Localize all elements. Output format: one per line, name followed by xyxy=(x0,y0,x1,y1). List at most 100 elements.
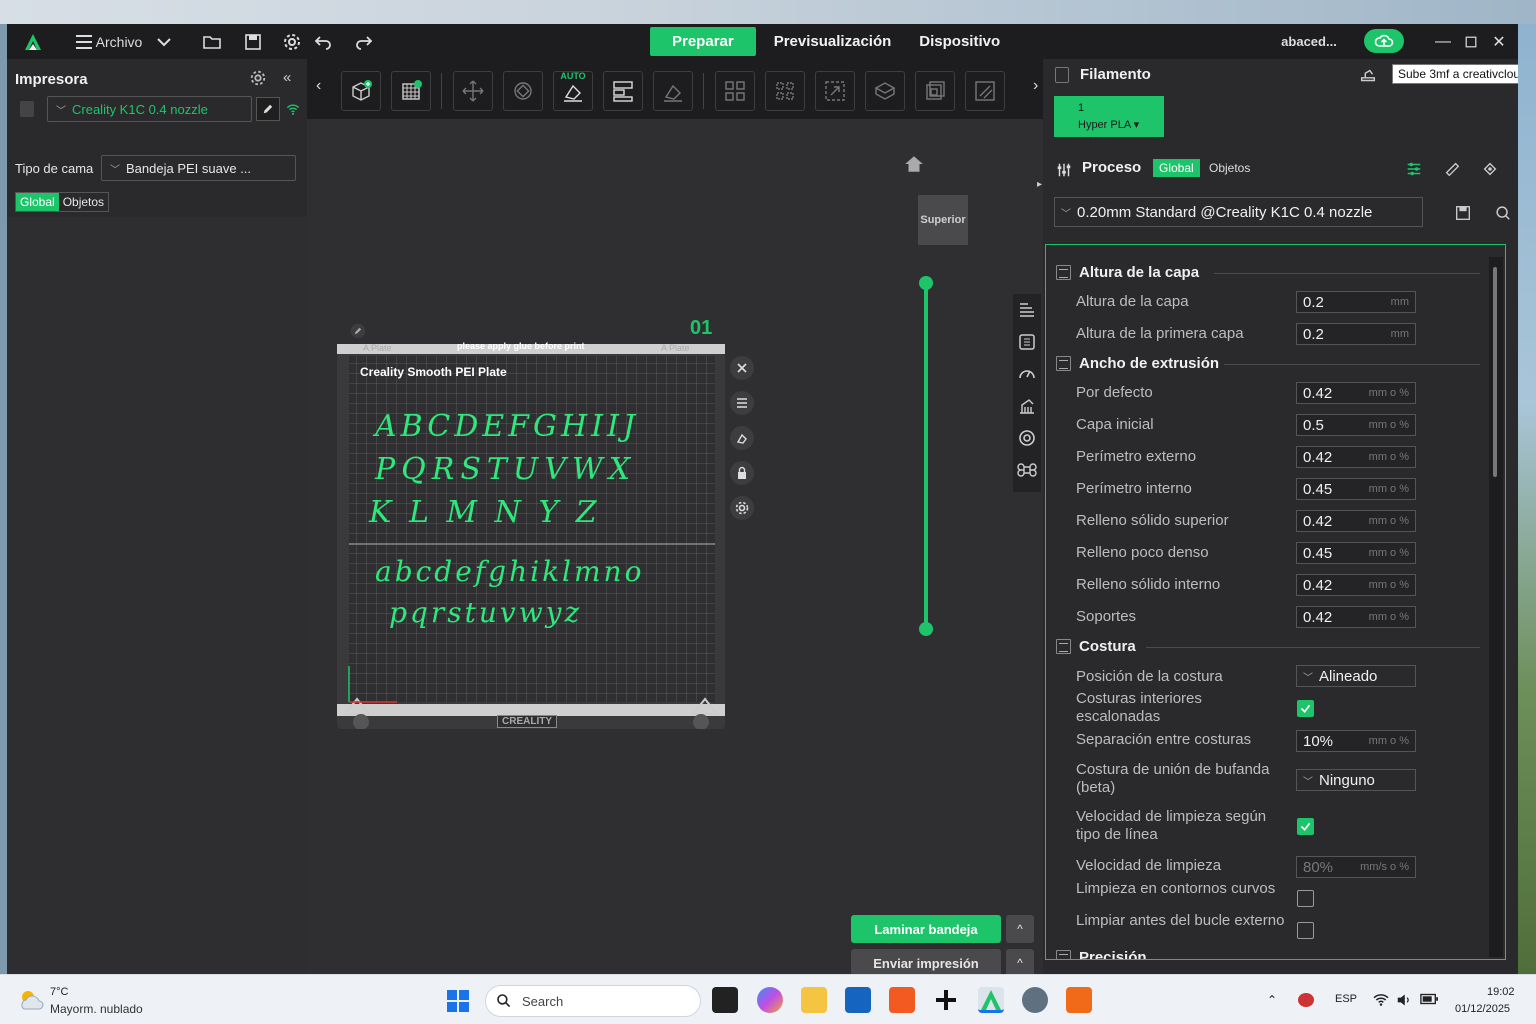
wipe-before-loop-checkbox[interactable] xyxy=(1297,922,1314,939)
clock-date[interactable]: 01/12/2025 xyxy=(1455,1003,1510,1015)
width-initial-layer-input[interactable]: 0.5 mm o % xyxy=(1296,414,1416,436)
scope-global-tab[interactable]: Global xyxy=(16,193,59,211)
tab-device[interactable]: Dispositivo xyxy=(909,27,1010,56)
search-settings-icon[interactable] xyxy=(1494,204,1512,222)
plate-lock-icon[interactable] xyxy=(730,461,754,485)
plate-settings-gear-icon[interactable] xyxy=(730,496,754,520)
first-layer-height-input[interactable]: 0.2 mm xyxy=(1296,323,1416,345)
edit-printer-button[interactable] xyxy=(256,97,280,121)
width-internal-solid-input[interactable]: 0.42 mm o % xyxy=(1296,574,1416,596)
input-language[interactable]: ESP xyxy=(1335,993,1357,1005)
plate-close-icon[interactable] xyxy=(730,356,754,380)
layer-height-input[interactable]: 0.2 mm xyxy=(1296,291,1416,313)
bed-type-select[interactable]: ﹀ Bandeja PEI suave ... xyxy=(101,155,296,181)
creality-print-icon[interactable] xyxy=(978,987,1004,1013)
send-print-button[interactable]: Enviar impresión xyxy=(851,949,1001,974)
move-icon[interactable] xyxy=(453,71,493,111)
collapse-panel-icon[interactable]: « xyxy=(283,69,291,86)
width-default-input[interactable]: 0.42 mm o % xyxy=(1296,382,1416,404)
security-status-icon[interactable] xyxy=(1298,993,1314,1007)
view-cube[interactable]: Superior xyxy=(918,195,968,245)
printer-select[interactable]: ﹀ Creality K1C 0.4 nozzle xyxy=(47,96,252,122)
slice-plate-button[interactable]: Laminar bandeja xyxy=(851,915,1001,943)
seam-gap-input[interactable]: 10% mm o % xyxy=(1296,730,1416,752)
send-options-chevron-up-icon[interactable]: ^ xyxy=(1006,949,1034,974)
rotate-icon[interactable] xyxy=(503,71,543,111)
layer-slider[interactable] xyxy=(919,276,933,636)
plate-rename-icon[interactable] xyxy=(350,323,366,339)
width-support-input[interactable]: 0.42 mm o % xyxy=(1296,606,1416,628)
object-settings-icon[interactable] xyxy=(1481,160,1499,178)
wifi-icon[interactable] xyxy=(286,102,300,116)
settings-scrollbar[interactable] xyxy=(1489,257,1503,957)
clock-time[interactable]: 19:02 xyxy=(1487,986,1515,998)
settings-app-icon[interactable] xyxy=(1022,987,1048,1013)
wipe-speed-input[interactable]: 80% mm/s o % xyxy=(1296,856,1416,878)
home-icon[interactable] xyxy=(903,153,925,175)
scrollbar-thumb[interactable] xyxy=(1493,267,1497,477)
save-icon[interactable] xyxy=(242,24,264,59)
add-object-icon[interactable] xyxy=(341,71,381,111)
variable-layer-icon[interactable] xyxy=(1013,294,1041,326)
user-account[interactable]: abaced... xyxy=(1269,24,1349,59)
model-letters-row-2[interactable]: PQRSTUVWX xyxy=(375,452,636,487)
process-tab-global[interactable]: Global xyxy=(1153,159,1200,177)
model-letters-row-4[interactable]: abcdefghiklmno xyxy=(375,555,644,588)
speed-gauge-icon[interactable] xyxy=(1013,358,1041,390)
plate-settings-icon[interactable] xyxy=(1013,326,1041,358)
cut-icon[interactable] xyxy=(865,71,905,111)
scope-objects-tab[interactable]: Objetos xyxy=(59,193,108,211)
scale-icon[interactable] xyxy=(815,71,855,111)
toolbar-scroll-left-icon[interactable]: ‹ xyxy=(316,77,321,95)
task-view-icon[interactable] xyxy=(712,987,738,1013)
process-tab-objects[interactable]: Objetos xyxy=(1209,161,1250,175)
toolbar-scroll-right-icon[interactable]: › xyxy=(1033,77,1038,95)
taskbar-search[interactable]: Search xyxy=(485,985,701,1017)
volume-icon[interactable] xyxy=(1396,993,1412,1007)
split-parts-icon[interactable] xyxy=(765,71,805,111)
minimize-icon[interactable]: — xyxy=(1429,24,1457,59)
process-profile-select[interactable]: ﹀ 0.20mm Standard @Creality K1C 0.4 nozz… xyxy=(1054,197,1423,227)
maximize-icon[interactable] xyxy=(1457,24,1485,59)
undo-icon[interactable] xyxy=(312,24,334,59)
windows-start-icon[interactable] xyxy=(446,989,470,1013)
scarf-seam-select[interactable]: ﹀ Ninguno xyxy=(1296,769,1416,791)
wipe-speed-by-type-checkbox[interactable] xyxy=(1297,818,1314,835)
filament-dropdown-icon[interactable]: ▾ xyxy=(1131,119,1140,131)
slider-top-handle[interactable] xyxy=(919,276,933,290)
copilot-icon[interactable] xyxy=(757,987,783,1013)
support-icon[interactable] xyxy=(1013,390,1041,422)
auto-orient-icon[interactable]: AUTO xyxy=(553,71,593,111)
3d-viewport[interactable]: Superior ▸ 01 A Plate A Plate please app… xyxy=(307,119,1043,974)
seam-position-select[interactable]: ﹀ Alineado xyxy=(1296,665,1416,687)
hollow-icon[interactable] xyxy=(915,71,955,111)
printer-settings-icon[interactable] xyxy=(249,69,267,87)
redo-icon[interactable] xyxy=(353,24,375,59)
support-paint-icon[interactable] xyxy=(653,71,693,111)
layout-icon[interactable] xyxy=(603,71,643,111)
brave-browser-icon[interactable] xyxy=(889,987,915,1013)
file-menu-button[interactable]: Archivo xyxy=(69,24,149,59)
command-icon[interactable] xyxy=(1013,454,1041,486)
tray-overflow-chevron-up-icon[interactable]: ⌃ xyxy=(1267,993,1277,1007)
plus-app-icon[interactable] xyxy=(933,987,959,1013)
plate-auto-orient-icon[interactable] xyxy=(730,426,754,450)
width-outer-wall-input[interactable]: 0.42 mm o % xyxy=(1296,446,1416,468)
staggered-seams-checkbox[interactable] xyxy=(1297,700,1314,717)
plate-arrange-icon[interactable] xyxy=(730,391,754,415)
filament-sync-icon[interactable] xyxy=(1359,67,1377,85)
microsoft-store-icon[interactable] xyxy=(845,987,871,1013)
filament-slot-1[interactable]: 1 Hyper PLA ▾ xyxy=(1054,96,1164,137)
target-settings-icon[interactable] xyxy=(1013,422,1041,454)
model-letters-row-5[interactable]: pqrstuvwyz xyxy=(389,596,582,629)
open-folder-icon[interactable] xyxy=(201,24,223,59)
arrange-grid-icon[interactable] xyxy=(391,71,431,111)
compare-presets-icon[interactable] xyxy=(1443,160,1461,178)
width-sparse-infill-input[interactable]: 0.45 mm o % xyxy=(1296,542,1416,564)
tab-preview[interactable]: Previsualización xyxy=(764,27,902,56)
wipe-curved-checkbox[interactable] xyxy=(1297,890,1314,907)
width-top-surface-input[interactable]: 0.42 mm o % xyxy=(1296,510,1416,532)
build-plate[interactable] xyxy=(337,344,725,729)
measure-icon[interactable] xyxy=(965,71,1005,111)
settings-gear-icon[interactable] xyxy=(281,24,303,59)
